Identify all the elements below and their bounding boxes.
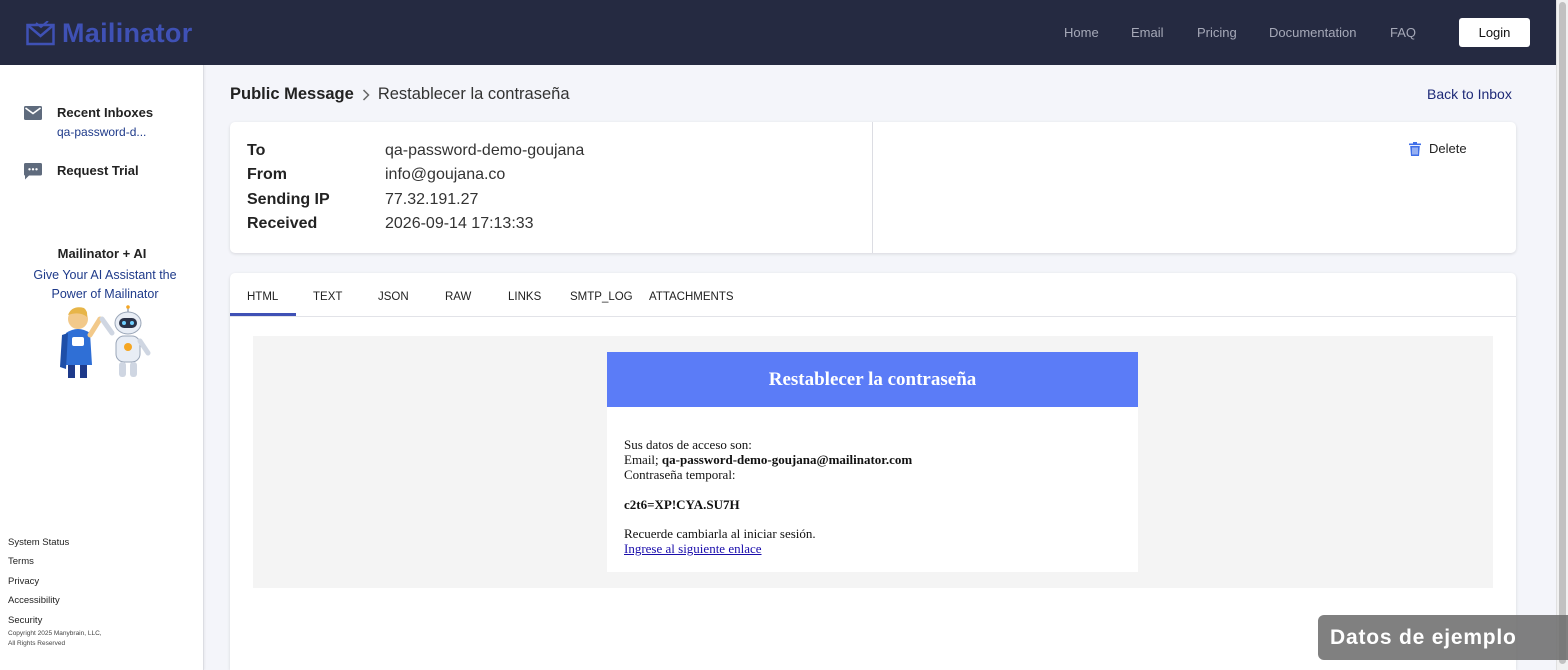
- meta-row-sending-ip: Sending IP 77.32.191.27: [247, 191, 478, 209]
- active-tab-indicator: [230, 313, 296, 316]
- meta-value-received: 2026-09-14 17:13:33: [385, 215, 534, 232]
- email-header: Restablecer la contraseña: [607, 352, 1138, 407]
- tab-links[interactable]: LINKS: [508, 291, 541, 303]
- page-scrollbar[interactable]: [1556, 0, 1568, 670]
- meta-label-from: From: [247, 166, 287, 183]
- sidebar-item-recent-inboxes[interactable]: Recent Inboxes: [24, 105, 153, 120]
- message-body-card: HTML TEXT JSON RAW LINKS SMTP_LOG ATTACH…: [230, 273, 1516, 670]
- delete-label: Delete: [1429, 141, 1467, 156]
- temp-password-value: c2t6=XP!CYA.SU7H: [624, 497, 740, 512]
- email-access-link[interactable]: Ingrese al siguiente enlace: [624, 541, 762, 556]
- sample-data-watermark: Datos de ejemplo: [1318, 615, 1568, 660]
- meta-label-sending-ip: Sending IP: [247, 191, 330, 208]
- email-container: Restablecer la contraseña Sus datos de a…: [607, 352, 1138, 572]
- chevron-right-icon: [362, 88, 370, 101]
- breadcrumb-current: Restablecer la contraseña: [377, 85, 570, 103]
- nav-faq[interactable]: FAQ: [1390, 25, 1416, 40]
- meta-label-to: To: [247, 142, 266, 159]
- breadcrumb: Public Message Restablecer la contraseña: [230, 85, 570, 104]
- meta-value-from: info@goujana.co: [385, 166, 506, 183]
- tab-attachments[interactable]: ATTACHMENTS: [649, 291, 734, 303]
- breadcrumb-root[interactable]: Public Message: [230, 85, 354, 104]
- tab-smtp-log[interactable]: SMTP_LOG: [570, 291, 633, 303]
- meta-value-sending-ip: 77.32.191.27: [385, 191, 479, 208]
- top-navbar: Mailinator Home Email Pricing Documentat…: [0, 0, 1556, 65]
- email-address-value: qa-password-demo-goujana@mailinator.com: [661, 452, 913, 467]
- mail-icon: [24, 106, 42, 120]
- tab-text[interactable]: TEXT: [313, 291, 342, 303]
- email-line-access: Sus datos de acceso son:: [624, 437, 752, 452]
- copyright: Copyright 2025 Manybrain, LLC, All Right…: [8, 629, 102, 649]
- email-line-reminder: Recuerde cambiarla al iniciar sesión.: [624, 526, 816, 541]
- email-html-preview: Restablecer la contraseña Sus datos de a…: [253, 336, 1493, 588]
- copyright-line-2: All Rights Reserved: [8, 640, 66, 647]
- meta-row-from: From info@goujana.co: [247, 166, 505, 184]
- email-body: Sus datos de acceso son: Email; qa-passw…: [624, 437, 912, 556]
- email-prefix: Email;: [624, 452, 662, 467]
- meta-row-to: To qa-password-demo-goujana: [247, 142, 584, 160]
- ai-promo-title: Mailinator + AI: [57, 246, 147, 261]
- tab-raw[interactable]: RAW: [445, 291, 471, 303]
- meta-row-received: Received 2026-09-14 17:13:33: [247, 215, 534, 233]
- scrollbar-thumb[interactable]: [1559, 2, 1566, 664]
- header-divider: [872, 122, 873, 253]
- email-line-temp-password-label: Contraseña temporal:: [624, 467, 736, 482]
- trash-icon: [1409, 141, 1421, 156]
- login-button[interactable]: Login: [1459, 18, 1530, 47]
- ai-promo-link[interactable]: Give Your AI Assistant the Power of Mail…: [20, 266, 190, 304]
- recent-inboxes-label: Recent Inboxes: [57, 105, 154, 120]
- chat-bubble-icon: [24, 163, 42, 180]
- message-tabs: HTML TEXT JSON RAW LINKS SMTP_LOG ATTACH…: [230, 273, 1516, 317]
- email-header-title: Restablecer la contraseña: [768, 368, 977, 390]
- nav-pricing[interactable]: Pricing: [1197, 25, 1237, 40]
- recent-inbox-link[interactable]: qa-password-d...: [57, 125, 146, 139]
- sidebar: Recent Inboxes qa-password-d... Request …: [0, 65, 204, 670]
- request-trial-label: Request Trial: [57, 163, 139, 178]
- back-to-inbox-link[interactable]: Back to Inbox: [1427, 86, 1512, 102]
- logo-text: Mailinator: [62, 18, 193, 48]
- footer-privacy-link[interactable]: Privacy: [8, 576, 39, 587]
- footer-accessibility-link[interactable]: Accessibility: [8, 595, 60, 606]
- sidebar-item-request-trial[interactable]: Request Trial: [24, 163, 139, 180]
- mascot-illustration-icon: [60, 305, 151, 378]
- footer-security-link[interactable]: Security: [8, 615, 42, 626]
- nav-email[interactable]: Email: [1131, 25, 1164, 40]
- footer-system-status-link[interactable]: System Status: [8, 537, 69, 548]
- meta-label-received: Received: [247, 215, 318, 232]
- logo[interactable]: Mailinator: [26, 18, 193, 49]
- tab-html[interactable]: HTML: [247, 291, 278, 303]
- message-header-card: To qa-password-demo-goujana From info@go…: [230, 122, 1516, 253]
- delete-button[interactable]: Delete: [1409, 141, 1467, 156]
- envelope-logo-icon: [26, 20, 55, 45]
- nav-home[interactable]: Home: [1064, 25, 1099, 40]
- footer-terms-link[interactable]: Terms: [8, 556, 34, 567]
- copyright-line-1: Copyright 2025 Manybrain, LLC,: [8, 630, 102, 637]
- email-line-email: Email; qa-password-demo-goujana@mailinat…: [624, 452, 912, 467]
- nav-documentation[interactable]: Documentation: [1269, 25, 1356, 40]
- tab-json[interactable]: JSON: [378, 291, 409, 303]
- meta-value-to: qa-password-demo-goujana: [385, 142, 585, 159]
